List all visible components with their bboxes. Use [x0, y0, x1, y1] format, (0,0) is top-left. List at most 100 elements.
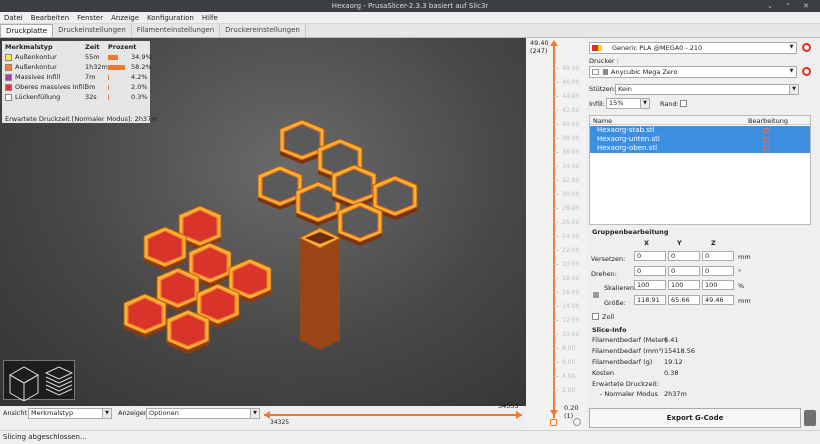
horizontal-move-slider[interactable] [264, 414, 522, 416]
object-name: Hexaorg-stab.stl [597, 126, 655, 134]
legend-print-time: Erwartete Druckzeit [Normaler Modus]: 2h… [5, 115, 158, 123]
layer-tick-label: 46.00 [562, 79, 580, 86]
layer-top-height: 49.40 [530, 39, 549, 47]
infill-select[interactable]: 15% ▼ [606, 98, 650, 109]
layer-tick-label: 36.00 [562, 149, 580, 156]
menu-fenster[interactable]: Fenster [73, 12, 107, 23]
object-list: Name Bearbeitung Hexaorg-stab.stl Hexaor… [589, 115, 811, 225]
move-unit: mm [738, 253, 751, 261]
chevron-down-icon[interactable]: ▼ [789, 85, 798, 94]
scale-x-input[interactable]: 100 [634, 280, 666, 290]
chevron-down-icon[interactable]: ▼ [787, 67, 796, 76]
brim-checkbox[interactable] [680, 100, 687, 107]
chevron-down-icon[interactable]: ▼ [250, 409, 259, 418]
move-z-input[interactable]: 0 [702, 251, 734, 261]
slider-right-handle[interactable] [516, 411, 522, 419]
scale-lock-icon[interactable] [593, 292, 599, 298]
layer-tick-label: 48.00 [562, 65, 580, 72]
legend-row-time: 7m [85, 73, 96, 81]
supports-select[interactable]: Kein ▼ [615, 84, 799, 95]
menu-konfiguration[interactable]: Konfiguration [143, 12, 198, 23]
filament-color-swatch-2 [598, 45, 602, 51]
export-usb-icon[interactable] [804, 410, 816, 426]
object-row[interactable]: Hexaorg-unten.stl [590, 135, 810, 144]
layer-tick-label: 32.00 [562, 177, 580, 184]
filament-select[interactable]: Generic PLA @MEGA0 - 210 ▼ [589, 42, 797, 54]
legend-color-swatch [5, 74, 12, 81]
layer-tick-mark [554, 292, 559, 293]
settings-gear-icon[interactable] [573, 418, 581, 426]
size-z-input[interactable]: 49.46 [702, 295, 734, 305]
rotate-unit: ° [738, 268, 742, 276]
layer-tick-label: 4.00 [562, 373, 576, 380]
layer-tick-mark [554, 110, 559, 111]
preview-viewport[interactable]: Merkmalstyp Zeit Prozent Außenkontur 55m 3… [0, 38, 526, 406]
menu-hilfe[interactable]: Hilfe [198, 12, 222, 23]
rotate-y-input[interactable]: 0 [668, 266, 700, 276]
legend-row-bar [108, 85, 109, 90]
rotate-z-input[interactable]: 0 [702, 266, 734, 276]
menu-anzeige[interactable]: Anzeige [107, 12, 143, 23]
edit-icon[interactable] [764, 128, 770, 133]
menu-datei[interactable]: Datei [0, 12, 27, 23]
layer-tick-label: 18.00 [562, 275, 580, 282]
tab-druckplatte[interactable]: Druckplatte [0, 24, 54, 37]
layer-tick-mark [554, 236, 559, 237]
object-row[interactable]: Hexaorg-oben.stl [590, 144, 810, 153]
layer-top-handle[interactable] [550, 40, 558, 46]
move-x-input[interactable]: 0 [634, 251, 666, 261]
chevron-down-icon[interactable]: ▼ [787, 43, 796, 52]
size-x-input[interactable]: 118.91 [634, 295, 666, 305]
chevron-down-icon[interactable]: ▼ [640, 99, 649, 108]
legend-row-time: 55m [85, 53, 100, 61]
size-y-input[interactable]: 65.66 [668, 295, 700, 305]
view-select[interactable]: Merkmalstyp ▼ [28, 408, 112, 419]
legend-row-percent: 58.2% [131, 63, 152, 71]
axis-x-label: X [644, 239, 650, 247]
legend-color-swatch [5, 84, 12, 91]
object-row[interactable]: Hexaorg-stab.stl [590, 126, 810, 135]
tab-filamenteinstellungen[interactable]: Filamenteinstellungen [132, 24, 221, 37]
rotate-x-input[interactable]: 0 [634, 266, 666, 276]
legend-header-percent: Prozent [108, 43, 137, 51]
normal-mode-value: 2h37m [664, 390, 687, 398]
legend-row-bar [108, 55, 119, 60]
window-controls[interactable]: ⌄ ⌃ ✕ [767, 0, 814, 12]
view-cube[interactable] [3, 360, 75, 401]
printer-select[interactable]: Anycubic Mega Zero ▼ [589, 66, 797, 78]
slice-info-label: Kosten [592, 369, 614, 377]
show-options-select[interactable]: Optionen ▼ [146, 408, 260, 419]
layer-tick-label: 8.00 [562, 345, 576, 352]
layers-icon[interactable] [44, 365, 74, 399]
layer-tick-mark [554, 348, 559, 349]
layer-bottom-handle[interactable] [550, 410, 558, 416]
legend-color-swatch [5, 64, 12, 71]
printer-icon [592, 69, 599, 75]
scale-z-input[interactable]: 100 [702, 280, 734, 290]
export-gcode-button[interactable]: Export G-Code [589, 408, 801, 428]
move-y-input[interactable]: 0 [668, 251, 700, 261]
layer-tick-mark [554, 124, 559, 125]
legend-header-time: Zeit [85, 43, 100, 51]
inch-checkbox[interactable] [592, 313, 599, 320]
edit-icon[interactable] [764, 137, 770, 142]
tab-druckeinstellungen[interactable]: Druckeinstellungen [53, 24, 132, 37]
edit-icon[interactable] [764, 146, 770, 151]
slice-info-title: Slice-Info [592, 326, 627, 334]
printer-settings-icon[interactable] [802, 67, 811, 76]
feature-legend: Merkmalstyp Zeit Prozent Außenkontur 55m 3… [2, 41, 158, 123]
tab-druckereinstellungen[interactable]: Druckereinstellungen [220, 24, 306, 37]
size-label: Größe: [604, 299, 626, 307]
chevron-down-icon[interactable]: ▼ [102, 409, 111, 418]
slider-left-handle[interactable] [264, 411, 270, 419]
layer-tick-label: 22.00 [562, 247, 580, 254]
scale-y-input[interactable]: 100 [668, 280, 700, 290]
infill-label: Infill: [589, 100, 605, 108]
slice-info-value: 6.41 [664, 336, 679, 344]
filament-settings-icon[interactable] [802, 43, 811, 52]
layer-tick-mark [554, 138, 559, 139]
lock-icon[interactable] [550, 419, 557, 426]
menu-bearbeiten[interactable]: Bearbeiten [27, 12, 73, 23]
layer-tick-mark [554, 306, 559, 307]
layer-slider[interactable]: 49.40 (247) 48.00 46.00 44.00 42.00 40.00 38.… [526, 38, 586, 430]
